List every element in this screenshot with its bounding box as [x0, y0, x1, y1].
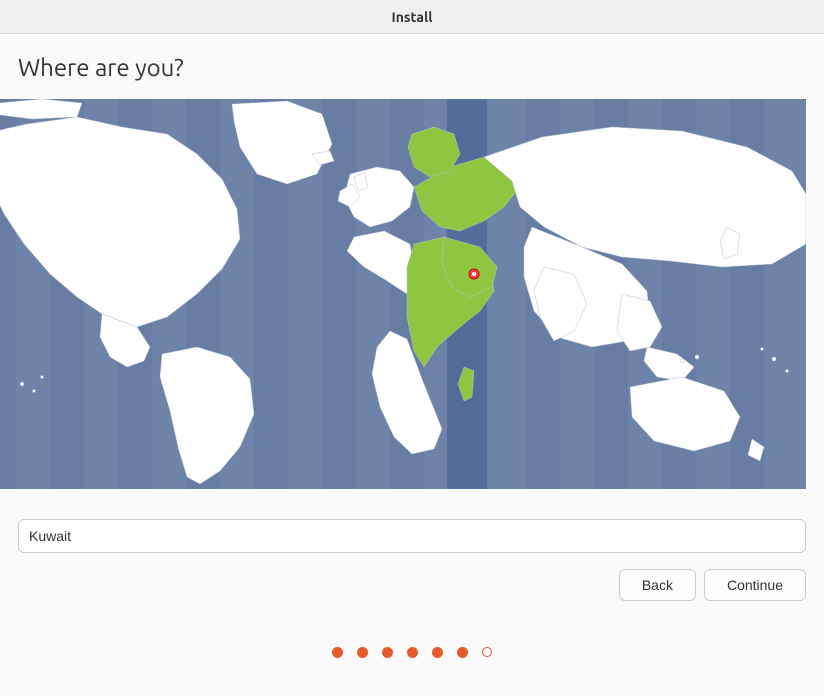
location-row: [18, 519, 806, 553]
continue-button[interactable]: Continue: [704, 569, 806, 601]
step-indicator: [0, 647, 824, 658]
location-pin-icon: [469, 269, 479, 279]
location-input[interactable]: [18, 519, 806, 553]
step-dot-4: [407, 647, 418, 658]
step-dot-6: [457, 647, 468, 658]
step-dot-3: [382, 647, 393, 658]
back-button[interactable]: Back: [619, 569, 696, 601]
timezone-map[interactable]: [0, 99, 806, 489]
step-dot-2: [357, 647, 368, 658]
window-title: Install: [392, 9, 433, 25]
button-row: Back Continue: [18, 569, 806, 601]
step-dot-1: [332, 647, 343, 658]
step-dot-7: [482, 647, 492, 657]
page-title: Where are you?: [18, 54, 806, 81]
main-content: Where are you?: [0, 34, 824, 81]
window-titlebar: Install: [0, 0, 824, 34]
step-dot-5: [432, 647, 443, 658]
form-area: Back Continue: [0, 489, 824, 601]
